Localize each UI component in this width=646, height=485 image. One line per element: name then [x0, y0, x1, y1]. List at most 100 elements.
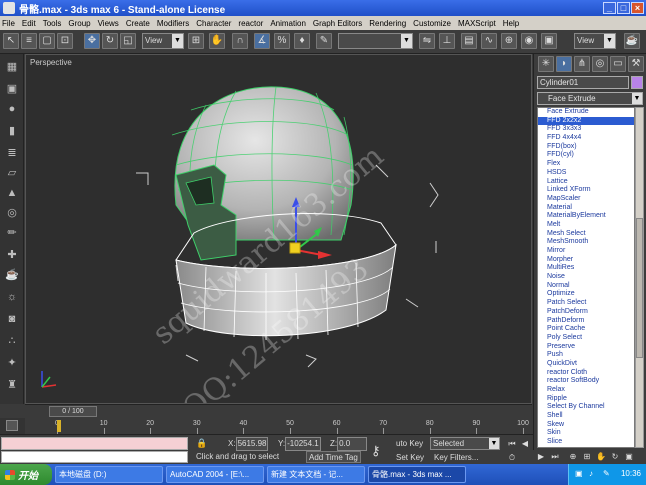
ime-icon[interactable]: ✎ [603, 469, 613, 479]
sphere-icon[interactable]: ● [4, 102, 20, 116]
auto-key-button[interactable]: uto Key [396, 439, 423, 448]
render-type-select[interactable]: View ▼ [574, 33, 616, 49]
menu-views[interactable]: Views [98, 19, 119, 28]
object-name-field[interactable]: Cylinder01 [537, 76, 629, 89]
scrollbar-thumb[interactable] [636, 218, 643, 358]
key-filters-button[interactable]: Key Filters... [434, 453, 478, 462]
stair-icon[interactable]: ≣ [4, 146, 20, 160]
selection-set-select[interactable]: Selected ▼ [430, 437, 500, 450]
modifier-list-item[interactable]: Face Extrude [538, 108, 634, 117]
modifier-list-item[interactable]: FFD 3x3x3 [538, 125, 634, 134]
modifier-list-item[interactable]: FFD 4x4x4 [538, 134, 634, 143]
teapot-icon[interactable]: ☕ [4, 268, 20, 282]
set-key-button[interactable]: Set Key [396, 453, 424, 462]
modifier-list-item[interactable]: Preserve [538, 343, 634, 352]
close-button[interactable]: × [631, 2, 644, 14]
next-frame-icon[interactable]: ⏭ [549, 451, 561, 463]
taskbar-item-notepad[interactable]: 新建 文本文档 - 记... [267, 466, 365, 483]
add-time-tag-button[interactable]: Add Time Tag [306, 451, 361, 463]
modifier-list-item[interactable]: PathDeform [538, 317, 634, 326]
material-editor-icon[interactable]: ◉ [521, 33, 537, 49]
time-config-icon[interactable]: ⏱ [506, 452, 518, 464]
modifier-list-item[interactable]: reactor Cloth [538, 369, 634, 378]
quick-render-icon[interactable]: ☕ [624, 33, 640, 49]
bone-icon[interactable]: ♜ [4, 378, 20, 392]
plane-icon[interactable]: ▱ [4, 166, 20, 180]
modifier-list-item[interactable]: FFD 2x2x2 [538, 116, 634, 126]
time-slider[interactable]: 0 / 100 [25, 404, 532, 418]
modifier-list-item[interactable]: Normal [538, 282, 634, 291]
modifier-list-item[interactable]: Ripple [538, 395, 634, 404]
modifier-list-item[interactable]: Noise [538, 273, 634, 282]
y-coord-value[interactable]: -10254.1 [285, 437, 321, 451]
modify-tab-icon[interactable]: ◗ [556, 56, 572, 72]
taskbar-item-autocad[interactable]: AutoCAD 2004 - [E:\... [166, 466, 264, 483]
menu-create[interactable]: Create [126, 19, 150, 28]
modifier-list-item[interactable]: Lattice [538, 178, 634, 187]
menu-edit[interactable]: Edit [22, 19, 36, 28]
pencil-icon[interactable]: ✏ [4, 226, 20, 240]
cylinder-icon[interactable]: ▮ [4, 124, 20, 138]
modifier-list-item[interactable]: MapScaler [538, 195, 634, 204]
menu-character[interactable]: Character [196, 19, 231, 28]
menu-graph-editors[interactable]: Graph Editors [313, 19, 362, 28]
modifier-list-item[interactable]: Material [538, 204, 634, 213]
modifier-list-scrollbar[interactable] [635, 107, 644, 448]
network-icon[interactable]: ▣ [575, 469, 585, 479]
modifier-list-item[interactable]: MultiRes [538, 264, 634, 273]
tube-icon[interactable]: ◎ [4, 206, 20, 220]
particle-icon[interactable]: ∴ [4, 334, 20, 348]
object-color-swatch[interactable] [631, 76, 643, 89]
perspective-viewport[interactable]: Perspective squidward163.com QQ:12458149… [25, 54, 532, 404]
menu-group[interactable]: Group [68, 19, 90, 28]
maxscript-input-field[interactable] [1, 451, 188, 463]
wrench-icon[interactable]: ✦ [4, 356, 20, 370]
arc-rotate-icon[interactable]: ↻ [609, 451, 621, 463]
menu-animation[interactable]: Animation [270, 19, 306, 28]
zoom-all-icon[interactable]: ⊞ [581, 451, 593, 463]
key-marker[interactable] [57, 420, 61, 432]
go-to-start-icon[interactable]: ⏮ [506, 438, 518, 450]
modifier-list-item[interactable]: PatchDeform [538, 308, 634, 317]
pan-icon[interactable]: ✋ [595, 451, 607, 463]
modifier-list-item[interactable]: Melt [538, 221, 634, 230]
curve-editor-icon[interactable]: ∿ [481, 33, 497, 49]
modifier-list-item[interactable]: Optimize [538, 290, 634, 299]
taskbar-item-3dsmax[interactable]: 骨骼.max - 3ds max ... [368, 466, 466, 483]
snap-icon[interactable]: ∩ [232, 33, 248, 49]
menu-maxscript[interactable]: MAXScript [458, 19, 496, 28]
maximize-viewport-icon[interactable]: ▣ [623, 451, 635, 463]
modifier-list-item[interactable]: Skew [538, 421, 634, 430]
modifier-list-item[interactable]: FFD(cyl) [538, 151, 634, 160]
select-by-name-icon[interactable]: ≡ [21, 33, 37, 49]
modifier-list-item[interactable]: Point Cache [538, 325, 634, 334]
start-button[interactable]: 开始 [0, 464, 52, 485]
motion-tab-icon[interactable]: ◎ [592, 56, 608, 72]
region-select-icon[interactable]: ▢ [39, 33, 55, 49]
modifier-list-item[interactable]: Morpher [538, 256, 634, 265]
mini-curve-editor-icon[interactable] [6, 420, 18, 431]
rotate-icon[interactable]: ↻ [102, 33, 118, 49]
menu-file[interactable]: File [2, 19, 15, 28]
display-tab-icon[interactable]: ▭ [610, 56, 626, 72]
menu-tools[interactable]: Tools [43, 19, 62, 28]
modifier-list-item[interactable]: Patch Select [538, 299, 634, 308]
camera-icon[interactable]: ◙ [4, 312, 20, 326]
render-scene-icon[interactable]: ▣ [541, 33, 557, 49]
modifier-list-item[interactable]: Skin [538, 429, 634, 438]
modifier-list-item[interactable]: HSDS [538, 169, 634, 178]
menu-customize[interactable]: Customize [413, 19, 451, 28]
z-coord-value[interactable]: 0.0 [337, 437, 368, 451]
menu-help[interactable]: Help [503, 19, 519, 28]
menu-rendering[interactable]: Rendering [369, 19, 406, 28]
reference-coord-select[interactable]: View ▼ [142, 33, 184, 49]
previous-frame-icon[interactable]: ◀ [519, 438, 531, 450]
maxscript-listener-field[interactable] [1, 437, 188, 450]
modifier-list-item[interactable]: MeshSmooth [538, 238, 634, 247]
scale-icon[interactable]: ◱ [120, 33, 136, 49]
key-icon[interactable]: ⚷ [371, 443, 381, 459]
modifier-list[interactable]: Face Extrude FFD 2x2x2 FFD 3x3x3 FFD 4x4x4 F… [537, 107, 635, 448]
zoom-icon[interactable]: ⊕ [567, 451, 579, 463]
percent-snap-icon[interactable]: % [274, 33, 290, 49]
create-tab-icon[interactable]: ✳ [538, 56, 554, 72]
